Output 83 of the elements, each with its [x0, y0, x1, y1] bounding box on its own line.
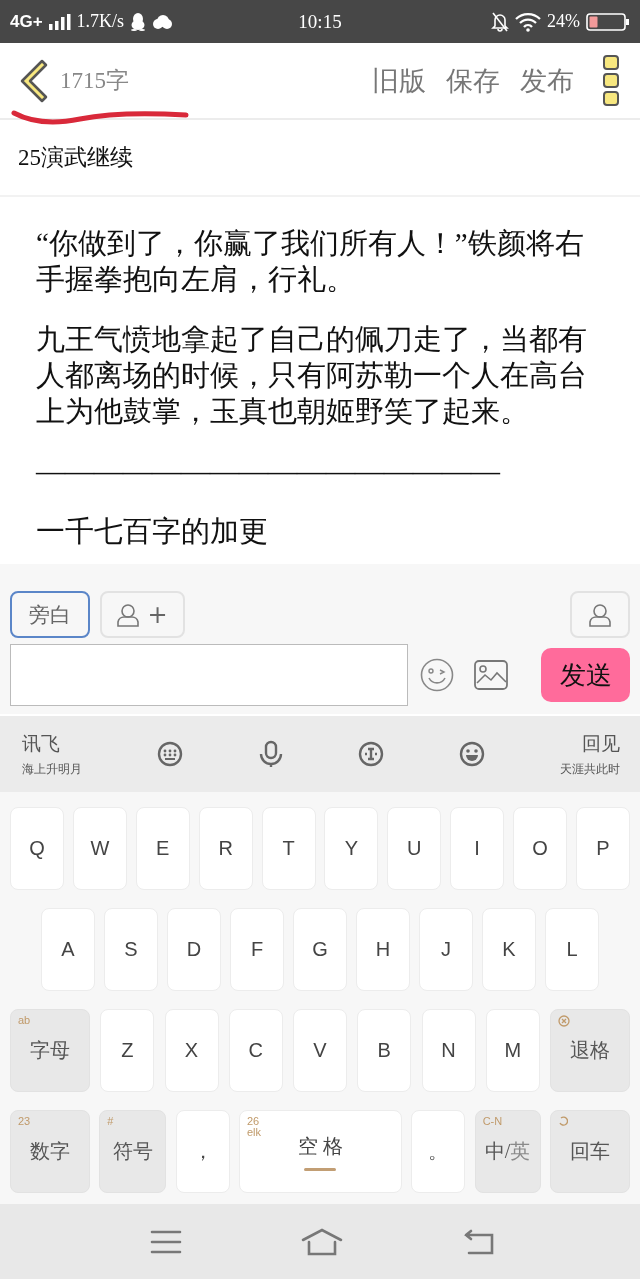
- backspace-key[interactable]: 退格: [550, 1009, 630, 1092]
- key[interactable]: W: [72, 807, 127, 890]
- key[interactable]: # 符号: [99, 1110, 167, 1193]
- add-role-button[interactable]: +: [100, 591, 185, 638]
- image-icon[interactable]: [474, 660, 508, 690]
- key[interactable]: F: [230, 908, 284, 991]
- key[interactable]: Z: [100, 1009, 155, 1092]
- back-icon[interactable]: [463, 1228, 496, 1255]
- bell-off-icon: [491, 11, 509, 32]
- key-hint: ab: [18, 1015, 31, 1026]
- key[interactable]: 23 数字: [10, 1110, 90, 1193]
- microphone-icon[interactable]: [257, 740, 284, 768]
- paragraph: ————————————————: [36, 454, 502, 489]
- delete-icon: [558, 1015, 570, 1027]
- key[interactable]: D: [167, 908, 221, 991]
- ime-slogan: 天涯共此时: [560, 760, 620, 778]
- key[interactable]: H: [356, 908, 410, 991]
- message-input[interactable]: [10, 644, 408, 706]
- menu-icon[interactable]: [602, 53, 620, 108]
- person-icon: [117, 602, 140, 627]
- cursor-bar: [304, 1167, 337, 1171]
- ime-brand[interactable]: 回见: [582, 730, 620, 757]
- key[interactable]: S: [104, 908, 158, 991]
- header-action[interactable]: 发布: [520, 62, 574, 99]
- key[interactable]: A: [41, 908, 95, 991]
- ime-brand[interactable]: 讯飞: [22, 730, 82, 757]
- key[interactable]: R: [198, 807, 253, 890]
- keyboard-icon[interactable]: [156, 741, 183, 767]
- menu-icon[interactable]: [149, 1229, 182, 1254]
- signal-icon: [48, 13, 71, 30]
- key[interactable]: I: [450, 807, 505, 890]
- key[interactable]: M: [485, 1009, 540, 1092]
- paragraph: 九王气愤地拿起了自己的佩刀走了，当都有人都离场的时候，只有阿苏勒一个人在高台上为他鼓掌，玉真也朝姬野笑了起来。: [36, 322, 588, 429]
- paragraph: 一千七百字的加更: [36, 514, 269, 549]
- header-action[interactable]: 保存: [446, 62, 500, 99]
- key-hint: 23: [18, 1116, 31, 1127]
- battery-icon: [586, 11, 630, 32]
- send-button[interactable]: 发送: [541, 648, 630, 702]
- network-speed: 1.7K/s: [76, 11, 125, 32]
- wifi-icon: [515, 11, 541, 32]
- word-count: 1715字: [60, 67, 129, 95]
- key[interactable]: V: [293, 1009, 347, 1092]
- key-hint: #: [107, 1116, 114, 1127]
- key[interactable]: L: [545, 908, 599, 991]
- language-key[interactable]: C-N 中/英: [474, 1110, 541, 1193]
- key[interactable]: E: [135, 807, 190, 890]
- key[interactable]: B: [357, 1009, 412, 1092]
- key[interactable]: 。: [411, 1110, 466, 1193]
- key[interactable]: O: [513, 807, 567, 890]
- key-hint: 26 elk: [247, 1116, 262, 1138]
- key[interactable]: P: [575, 807, 630, 890]
- cursor-icon[interactable]: [358, 741, 385, 767]
- emoji-icon[interactable]: [459, 741, 486, 767]
- enter-key[interactable]: 回车: [549, 1110, 630, 1193]
- key-hint: C-N: [482, 1116, 503, 1127]
- space-key[interactable]: 26 elk 空 格: [239, 1110, 402, 1193]
- cloud-icon: [152, 14, 173, 29]
- role-picker-button[interactable]: [570, 591, 630, 638]
- clock: 10:15: [298, 10, 342, 33]
- network-type: 4G+: [10, 11, 43, 32]
- key[interactable]: T: [261, 807, 316, 890]
- battery-percent: 24%: [547, 11, 580, 32]
- key[interactable]: J: [419, 908, 473, 991]
- paragraph: “你做到了，你赢了我们所有人！”铁颜将右手握拳抱向左肩，行礼。: [36, 226, 585, 297]
- key[interactable]: K: [482, 908, 536, 991]
- ime-slogan: 海上升明月: [22, 760, 82, 778]
- penguin-icon: [130, 12, 147, 31]
- key[interactable]: Y: [324, 807, 379, 890]
- key[interactable]: ，: [175, 1110, 230, 1193]
- narration-button[interactable]: 旁白: [10, 591, 90, 638]
- header-action[interactable]: 旧版: [372, 62, 426, 99]
- person-icon: [589, 602, 611, 627]
- key[interactable]: ab 字母: [10, 1009, 90, 1092]
- key[interactable]: Q: [10, 807, 64, 890]
- chapter-title: 25演武继续: [18, 144, 134, 172]
- key[interactable]: G: [293, 908, 347, 991]
- smiley-icon[interactable]: [420, 658, 454, 692]
- key[interactable]: U: [387, 807, 442, 890]
- return-icon: [557, 1116, 568, 1126]
- home-icon[interactable]: [301, 1227, 344, 1256]
- key[interactable]: X: [164, 1009, 219, 1092]
- key[interactable]: N: [421, 1009, 476, 1092]
- key[interactable]: C: [228, 1009, 283, 1092]
